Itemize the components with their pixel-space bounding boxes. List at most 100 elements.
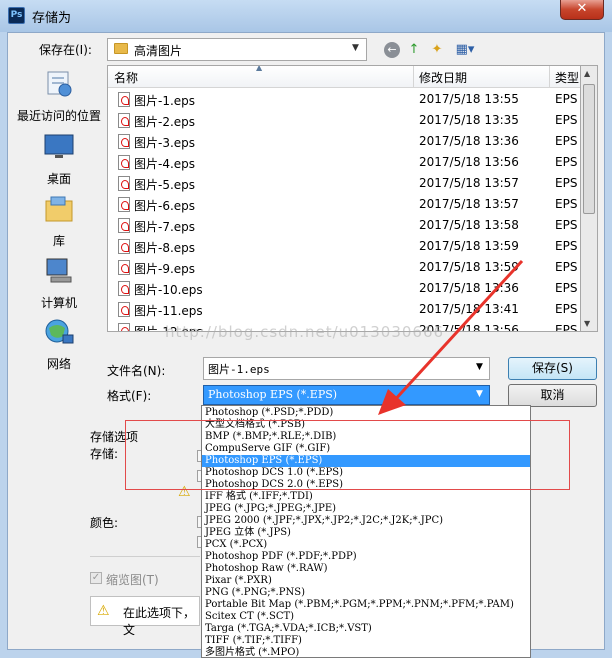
file-name: 图片-7.eps [134, 220, 196, 234]
title-bar[interactable]: Ps 存储为 ✕ [0, 0, 612, 32]
format-value: Photoshop EPS (*.EPS) [208, 388, 338, 401]
file-row[interactable]: 图片-3.eps 2017/5/18 13:36 EPS [108, 131, 580, 152]
place-computer[interactable]: 计算机 [14, 257, 104, 311]
file-name: 图片-4.eps [134, 157, 196, 171]
file-type: EPS [555, 302, 578, 316]
thumbnail-label: 缩览图(T) [106, 573, 159, 587]
computer-icon [46, 258, 72, 283]
column-header-name[interactable]: 名称 [114, 69, 138, 86]
eps-file-icon [118, 155, 130, 170]
file-row[interactable]: 图片-5.eps 2017/5/18 13:57 EPS [108, 173, 580, 194]
file-type: EPS [555, 239, 578, 253]
filename-value: 图片-1.eps [208, 363, 270, 376]
format-option[interactable]: Pixar (*.PXR) [202, 575, 530, 587]
scroll-down-icon[interactable]: ▼ [584, 319, 590, 328]
place-label: 网络 [46, 357, 71, 371]
eps-file-icon [118, 218, 130, 233]
thumbnail-checkbox[interactable]: ✓ [90, 572, 102, 584]
file-name: 图片-5.eps [134, 178, 196, 192]
file-type: EPS [555, 92, 578, 106]
view-menu-button[interactable]: ▦▾ [452, 40, 478, 60]
scroll-up-icon[interactable]: ▲ [584, 69, 590, 78]
back-button[interactable]: ← [382, 40, 402, 60]
file-type: EPS [555, 134, 578, 148]
filename-label: 文件名(N): [107, 364, 166, 378]
warning-icon: ⚠ [97, 603, 110, 619]
file-type: EPS [555, 155, 578, 169]
file-date: 2017/5/18 13:57 [419, 176, 519, 190]
library-icon [45, 196, 73, 222]
file-row[interactable]: 图片-6.eps 2017/5/18 13:57 EPS [108, 194, 580, 215]
file-type: EPS [555, 281, 578, 295]
eps-file-icon [118, 92, 130, 107]
place-recent[interactable]: 最近访问的位置 [14, 70, 104, 124]
file-date: 2017/5/18 13:57 [419, 197, 519, 211]
file-date: 2017/5/18 13:59 [419, 239, 519, 253]
place-library[interactable]: 库 [14, 195, 104, 249]
file-name: 图片-1.eps [134, 94, 196, 108]
place-network[interactable]: 网络 [14, 318, 104, 372]
window-title: 存储为 [32, 11, 72, 26]
format-option[interactable]: Photoshop Raw (*.RAW) [202, 563, 530, 575]
color-label: 颜色: [90, 516, 119, 530]
format-option[interactable]: PCX (*.PCX) [202, 539, 530, 551]
file-name: 图片-3.eps [134, 136, 196, 150]
eps-file-icon [118, 239, 130, 254]
file-name: 图片-9.eps [134, 262, 196, 276]
eps-file-icon [118, 176, 130, 191]
file-type: EPS [555, 323, 578, 332]
file-name: 图片-8.eps [134, 241, 196, 255]
file-type: EPS [555, 260, 578, 274]
photoshop-app-icon: Ps [8, 7, 25, 24]
format-option[interactable]: JPEG 2000 (*.JPF;*.JPX;*.JP2;*.J2C;*.J2K… [202, 515, 530, 527]
place-label: 库 [52, 234, 65, 248]
chevron-down-icon[interactable]: ▼ [352, 43, 359, 53]
format-option[interactable]: 多图片格式 (*.MPO) [202, 647, 530, 657]
column-divider[interactable] [413, 66, 414, 88]
format-option[interactable]: PNG (*.PNG;*.PNS) [202, 587, 530, 599]
close-button[interactable]: ✕ [560, 0, 604, 20]
format-option[interactable]: JPEG (*.JPG;*.JPEG;*.JPE) [202, 503, 530, 515]
file-name: 图片-10.eps [134, 283, 203, 297]
back-arrow-icon: ← [384, 42, 400, 58]
recent-places-icon [47, 71, 72, 97]
folder-icon [114, 43, 128, 54]
eps-file-icon [118, 260, 130, 275]
format-option[interactable]: Targa (*.TGA;*.VDA;*.ICB;*.VST) [202, 623, 530, 635]
file-date: 2017/5/18 13:56 [419, 155, 519, 169]
format-option[interactable]: IFF 格式 (*.IFF;*.TDI) [202, 491, 530, 503]
format-option[interactable]: Portable Bit Map (*.PBM;*.PGM;*.PPM;*.PN… [202, 599, 530, 611]
annotation-highlight-box [125, 420, 570, 490]
current-folder-name: 高清图片 [134, 44, 183, 58]
file-list-scrollbar[interactable]: ▲ ▼ [581, 65, 598, 332]
file-row[interactable]: 图片-7.eps 2017/5/18 13:58 EPS [108, 215, 580, 236]
file-row[interactable]: 图片-8.eps 2017/5/18 13:59 EPS [108, 236, 580, 257]
eps-file-icon [118, 113, 130, 128]
format-label: 格式(F): [107, 389, 152, 403]
info-box: ⚠ 在此选项下，文 [90, 596, 200, 637]
new-folder-button[interactable]: ✦ [427, 40, 447, 60]
file-name: 图片-6.eps [134, 199, 196, 213]
file-date: 2017/5/18 13:55 [419, 92, 519, 106]
file-row[interactable]: 图片-4.eps 2017/5/18 13:56 EPS [108, 152, 580, 173]
column-header-type[interactable]: 类型 [555, 69, 579, 86]
place-label: 最近访问的位置 [16, 109, 101, 123]
format-option[interactable]: JPEG 立体 (*.JPS) [202, 527, 530, 539]
column-header-date[interactable]: 修改日期 [419, 69, 467, 86]
save-in-label: 保存在(I): [39, 43, 92, 57]
format-option[interactable]: TIFF (*.TIF;*.TIFF) [202, 635, 530, 647]
up-folder-button[interactable]: ↑ [404, 40, 424, 60]
scrollbar-thumb[interactable] [583, 84, 595, 214]
file-row[interactable]: 图片-1.eps 2017/5/18 13:55 EPS [108, 89, 580, 110]
file-name: 图片-11.eps [134, 304, 203, 318]
file-type: EPS [555, 113, 578, 127]
format-option[interactable]: Photoshop PDF (*.PDF;*.PDP) [202, 551, 530, 563]
eps-file-icon [118, 323, 130, 331]
column-divider[interactable] [549, 66, 550, 88]
file-date: 2017/5/18 13:36 [419, 134, 519, 148]
file-type: EPS [555, 176, 578, 190]
format-option[interactable]: Scitex CT (*.SCT) [202, 611, 530, 623]
save-in-folder-combo[interactable]: 高清图片 ▼ [107, 38, 367, 61]
place-desktop[interactable]: 桌面 [14, 133, 104, 187]
file-row[interactable]: 图片-2.eps 2017/5/18 13:35 EPS [108, 110, 580, 131]
